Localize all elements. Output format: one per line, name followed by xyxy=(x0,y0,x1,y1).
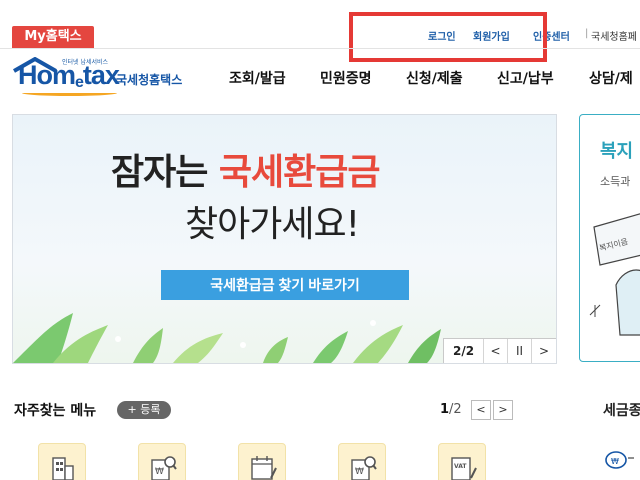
won-search-icon-2[interactable]: ₩ xyxy=(338,443,386,480)
building-doc-glyph xyxy=(52,457,74,480)
logo-e: e xyxy=(75,74,84,91)
favorites-page-current: 1 xyxy=(440,402,450,417)
nts-homepage-link[interactable]: 국세청홈페 xyxy=(591,28,637,43)
favorites-title: 자주찾는 메뉴 xyxy=(14,403,97,419)
gnb-application[interactable]: 신청/제출 xyxy=(406,68,463,88)
favorites-page-indicator: 1/2 xyxy=(440,402,462,417)
favorites-prev-button[interactable]: < xyxy=(471,400,491,420)
gnb-filing[interactable]: 신고/납부 xyxy=(497,68,554,88)
banner-pause-button[interactable]: II xyxy=(508,339,532,363)
building-doc-icon[interactable] xyxy=(38,443,86,480)
banner-page-indicator: 2/2 xyxy=(444,339,484,363)
divider xyxy=(0,48,640,49)
banner-page-total: /2 xyxy=(461,344,475,358)
banner-prev-button[interactable]: < xyxy=(484,339,508,363)
banner-next-button[interactable]: > xyxy=(532,339,556,363)
banner-headline-black: 잠자는 xyxy=(111,152,219,193)
favorites-page-total: /2 xyxy=(449,402,462,417)
won-search-glyph-2: ₩ xyxy=(351,456,377,480)
banner-pager: 2/2 < II > xyxy=(443,338,556,363)
gnb-consult[interactable]: 상담/제 xyxy=(589,68,633,88)
tax-category-title: 세금종 xyxy=(603,403,640,419)
vat-label: VAT xyxy=(454,463,467,470)
logo-korean: 국세청홈택스 xyxy=(116,73,183,87)
banner-subheadline: 찾아가세요! xyxy=(185,204,360,245)
won-search-icon[interactable]: ₩ xyxy=(138,443,186,480)
welfare-card[interactable]: 복지 소득과 복지이음 xyxy=(579,114,640,362)
logo-swoosh xyxy=(22,90,117,96)
welfare-card-title: 복지 xyxy=(600,141,634,162)
my-hometax-tab[interactable]: My홈택스 xyxy=(12,26,94,48)
svg-text:₩: ₩ xyxy=(355,467,364,477)
welfare-card-subtitle: 소득과 xyxy=(600,175,631,188)
won-search-glyph: ₩ xyxy=(151,456,177,480)
util-divider: | xyxy=(585,28,589,39)
logo-wordmark: Hometax xyxy=(18,60,120,91)
banner-headline-red: 국세환급금 xyxy=(218,152,381,193)
svg-text:₩: ₩ xyxy=(155,467,164,477)
calendar-doc-icon[interactable] xyxy=(238,443,286,480)
svg-text:₩: ₩ xyxy=(611,457,619,466)
calendar-doc-glyph xyxy=(251,456,277,480)
money-bag-icon[interactable]: ₩ xyxy=(604,444,634,470)
person-sign-icon: 복지이음 xyxy=(589,213,640,336)
refund-banner[interactable]: 잠자는 국세환급금 찾아가세요! 국세환급금 찾기 바로가기 2/2 < II … xyxy=(12,114,557,364)
highlight-box xyxy=(349,12,547,62)
logo-tax: tax xyxy=(82,60,120,90)
logo-hom: Hom xyxy=(18,60,76,90)
favorites-next-button[interactable]: > xyxy=(493,400,513,420)
gnb-certificates[interactable]: 민원증명 xyxy=(320,68,372,88)
favorites-add-button[interactable]: + 등록 xyxy=(117,401,171,419)
vat-doc-glyph: VAT xyxy=(451,457,477,480)
vat-doc-icon[interactable]: VAT xyxy=(438,443,486,480)
gnb-inquiry[interactable]: 조회/발급 xyxy=(229,68,286,88)
refund-search-button[interactable]: 국세환급금 찾기 바로가기 xyxy=(161,270,409,300)
banner-headline: 잠자는 국세환급금 xyxy=(111,143,381,195)
hometax-logo[interactable]: 인터넷 납세서비스 Hometax 국세청홈택스 xyxy=(12,52,197,102)
